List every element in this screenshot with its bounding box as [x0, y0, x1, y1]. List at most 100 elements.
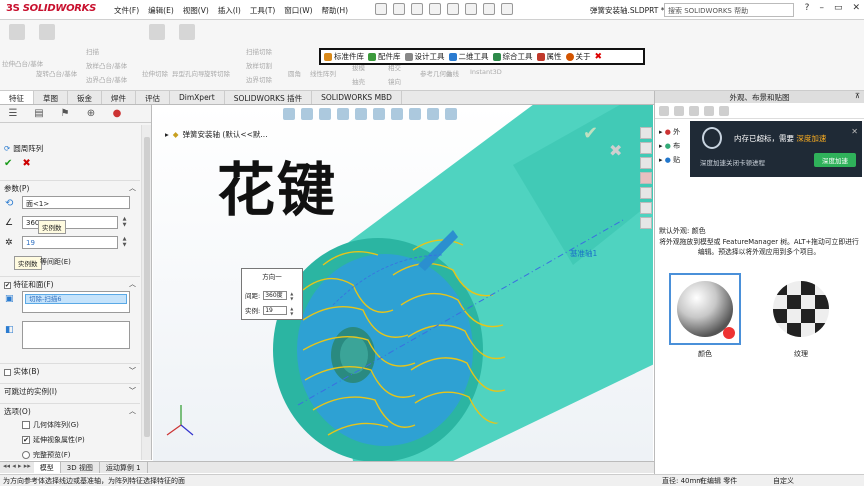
display-manager-tab-icon[interactable]: ● [104, 105, 130, 123]
revolve-boss-icon[interactable] [36, 24, 58, 42]
home-icon[interactable] [689, 106, 699, 116]
solidworks-logo[interactable]: 3S SOLIDWORKS [6, 3, 96, 14]
equal-spacing-option[interactable]: 等间距(E) [40, 257, 71, 267]
plugin-about[interactable]: 关于 [565, 51, 591, 62]
ribbon-label-sweep-cut[interactable]: 扫描切除 [246, 46, 272, 56]
features-section-header[interactable]: ✔ 特征和面(F) ︿ [0, 276, 140, 290]
design-library-tab-icon[interactable] [639, 142, 652, 154]
scrollbar-thumb[interactable] [144, 137, 150, 437]
panel-scrollbar[interactable] [141, 125, 151, 460]
zoom-area-icon[interactable] [301, 108, 313, 120]
display-style-icon[interactable] [373, 108, 385, 120]
refresh-icon[interactable] [719, 106, 729, 116]
ribbon-label-boundary-cut[interactable]: 边界切除 [246, 74, 272, 84]
plugin-close-icon[interactable]: ✖ [595, 52, 603, 62]
dimxpert-tab-icon[interactable]: ⊕ [78, 105, 104, 123]
pin-icon[interactable]: ⊼ [855, 92, 860, 100]
full-preview-option[interactable]: 完整预览(F) [22, 450, 71, 460]
options-icon[interactable] [501, 3, 513, 15]
axis-selection-field[interactable]: 面<1> [22, 196, 130, 209]
tab-mbd[interactable]: SOLIDWORKS MBD [312, 91, 402, 104]
plugin-standard-parts[interactable]: 标准件库 [324, 51, 364, 62]
ok-button[interactable]: ✔ [4, 158, 12, 169]
open-icon[interactable] [393, 3, 405, 15]
config-manager-tab-icon[interactable]: ⚑ [52, 105, 78, 123]
solidworks-forum-tab-icon[interactable] [639, 217, 652, 229]
tab-sheet-metal[interactable]: 钣金 [68, 91, 102, 104]
property-manager-tab-icon[interactable]: ▤ [26, 105, 52, 123]
apply-scene-icon[interactable] [427, 108, 439, 120]
restore-icon[interactable]: ▭ [834, 3, 843, 13]
extrude-boss-icon[interactable] [6, 24, 28, 42]
tree-item-decals[interactable]: ▸ ● 贴 [659, 155, 680, 165]
angle-input[interactable]: 360 [22, 216, 118, 229]
confirm-corner-ok-icon[interactable]: ✔ [583, 123, 598, 144]
zoom-fit-icon[interactable] [283, 108, 295, 120]
help-search-input[interactable]: 搜索 SOLIDWORKS 帮助 [664, 3, 794, 17]
tab-sketch[interactable]: 草图 [34, 91, 68, 104]
accelerate-button[interactable]: 深度加速 [814, 153, 856, 167]
bodies-checkbox[interactable] [4, 368, 11, 376]
ribbon-label-revolve-cut[interactable]: 旋转切除 [204, 68, 230, 78]
tree-item-scenes[interactable]: ▸ ● 布 [659, 141, 680, 151]
ribbon-label-sweep[interactable]: 扫描 [86, 46, 99, 56]
hole-wizard-icon[interactable] [176, 24, 198, 42]
hide-show-icon[interactable] [391, 108, 403, 120]
ribbon-label-instant3d[interactable]: Instant3D [470, 68, 502, 76]
view-orientation-icon[interactable] [355, 108, 367, 120]
menu-edit[interactable]: 编辑(E) [148, 5, 174, 16]
graphics-area[interactable]: ▸ ◆ 弹簧安装轴 (默认<<默... 花键 ✔ ✖ 基准轴1 方向一 间距: … [153, 105, 653, 461]
print-icon[interactable] [429, 3, 441, 15]
tab-dimxpert[interactable]: DimXpert [170, 91, 225, 104]
expand-arrow-icon[interactable]: ▸ [165, 130, 169, 139]
color-swatch[interactable]: 颜色 [669, 273, 741, 358]
plugin-2d-tools[interactable]: 二维工具 [448, 51, 489, 62]
tab-motion-study[interactable]: 运动算例 1 [100, 462, 148, 473]
callout-instances-spinner[interactable]: ▲ ▼ [290, 306, 295, 316]
skip-instances-section-header[interactable]: 可跳过的实例(I) ﹀ [0, 383, 140, 397]
tab-nav-arrows-icon[interactable]: ◂◂ ◂ ▸ ▸▸ [0, 462, 34, 473]
view-settings-icon[interactable] [445, 108, 457, 120]
undo-icon[interactable] [447, 3, 459, 15]
ribbon-label-linear-pattern[interactable]: 线性阵列 [310, 68, 336, 78]
propagate-visual-checkbox[interactable]: ✔ [22, 436, 30, 444]
ribbon-label-boundary-boss[interactable]: 边界凸台/基体 [86, 74, 127, 84]
plugin-general-tools[interactable]: 综合工具 [492, 51, 533, 62]
status-units[interactable]: 自定义 [773, 476, 794, 486]
menu-help[interactable]: 帮助(H) [322, 5, 349, 16]
ribbon-label-curves[interactable]: 曲线 [446, 68, 459, 78]
selected-feature-item[interactable]: 切除-扫描6 [25, 294, 127, 304]
menu-tools[interactable]: 工具(T) [250, 5, 275, 16]
confirm-corner-cancel-icon[interactable]: ✖ [609, 141, 622, 160]
options-section-header[interactable]: 选项(O) ︿ [0, 403, 140, 417]
angle-spinner[interactable]: ▲ ▼ [120, 216, 129, 229]
feature-tree-tab-icon[interactable]: ☰ [0, 105, 26, 123]
ribbon-label-shell[interactable]: 抽壳 [352, 76, 365, 86]
tab-3d-views[interactable]: 3D 视图 [61, 462, 100, 473]
callout-spacing-spinner[interactable]: ▲ ▼ [290, 291, 295, 301]
forward-icon[interactable] [674, 106, 684, 116]
callout-instances-input[interactable]: 19 [263, 305, 288, 315]
custom-properties-tab-icon[interactable] [639, 187, 652, 199]
cancel-button[interactable]: ✖ [22, 158, 30, 169]
instances-input[interactable]: 19 [22, 236, 118, 249]
ribbon-label-loft-cut[interactable]: 放样切割 [246, 60, 272, 70]
resources-tab-icon[interactable] [639, 127, 652, 139]
extrude-cut-icon[interactable] [146, 24, 168, 42]
axis-direction-icon[interactable]: ⟲ [5, 198, 13, 209]
tab-features[interactable]: 特征 [0, 91, 34, 104]
menu-window[interactable]: 窗口(W) [284, 5, 312, 16]
help-icon[interactable]: ? [805, 3, 810, 13]
ribbon-label-loft[interactable]: 放样凸台/基体 [86, 60, 127, 70]
new-icon[interactable] [375, 3, 387, 15]
notification-link[interactable]: 深度加速 [796, 134, 826, 143]
bodies-section-header[interactable]: 实体(B) ﹀ [0, 363, 140, 377]
notification-close-icon[interactable]: ✕ [851, 127, 858, 136]
rebuild-icon[interactable] [483, 3, 495, 15]
back-icon[interactable] [659, 106, 669, 116]
menu-view[interactable]: 视图(V) [183, 5, 209, 16]
callout-spacing-input[interactable]: 360度 [263, 290, 288, 300]
tab-evaluate[interactable]: 评估 [136, 91, 170, 104]
texture-swatch[interactable]: 纹理 [765, 273, 837, 358]
save-icon[interactable] [411, 3, 423, 15]
